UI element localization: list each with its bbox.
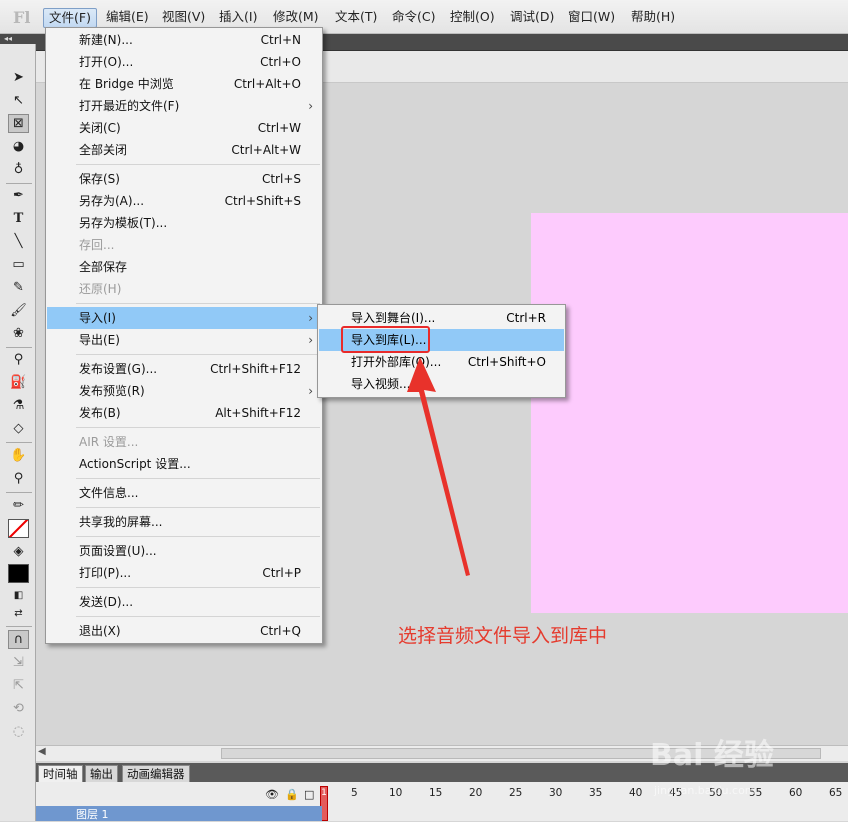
annotation-caption: 选择音频文件导入到库中 <box>398 625 608 647</box>
annotation-arrow-icon <box>407 357 470 576</box>
watermark-url: jingyan.baidu.com <box>654 784 756 797</box>
watermark-logo: Bai 经验 <box>650 738 774 773</box>
